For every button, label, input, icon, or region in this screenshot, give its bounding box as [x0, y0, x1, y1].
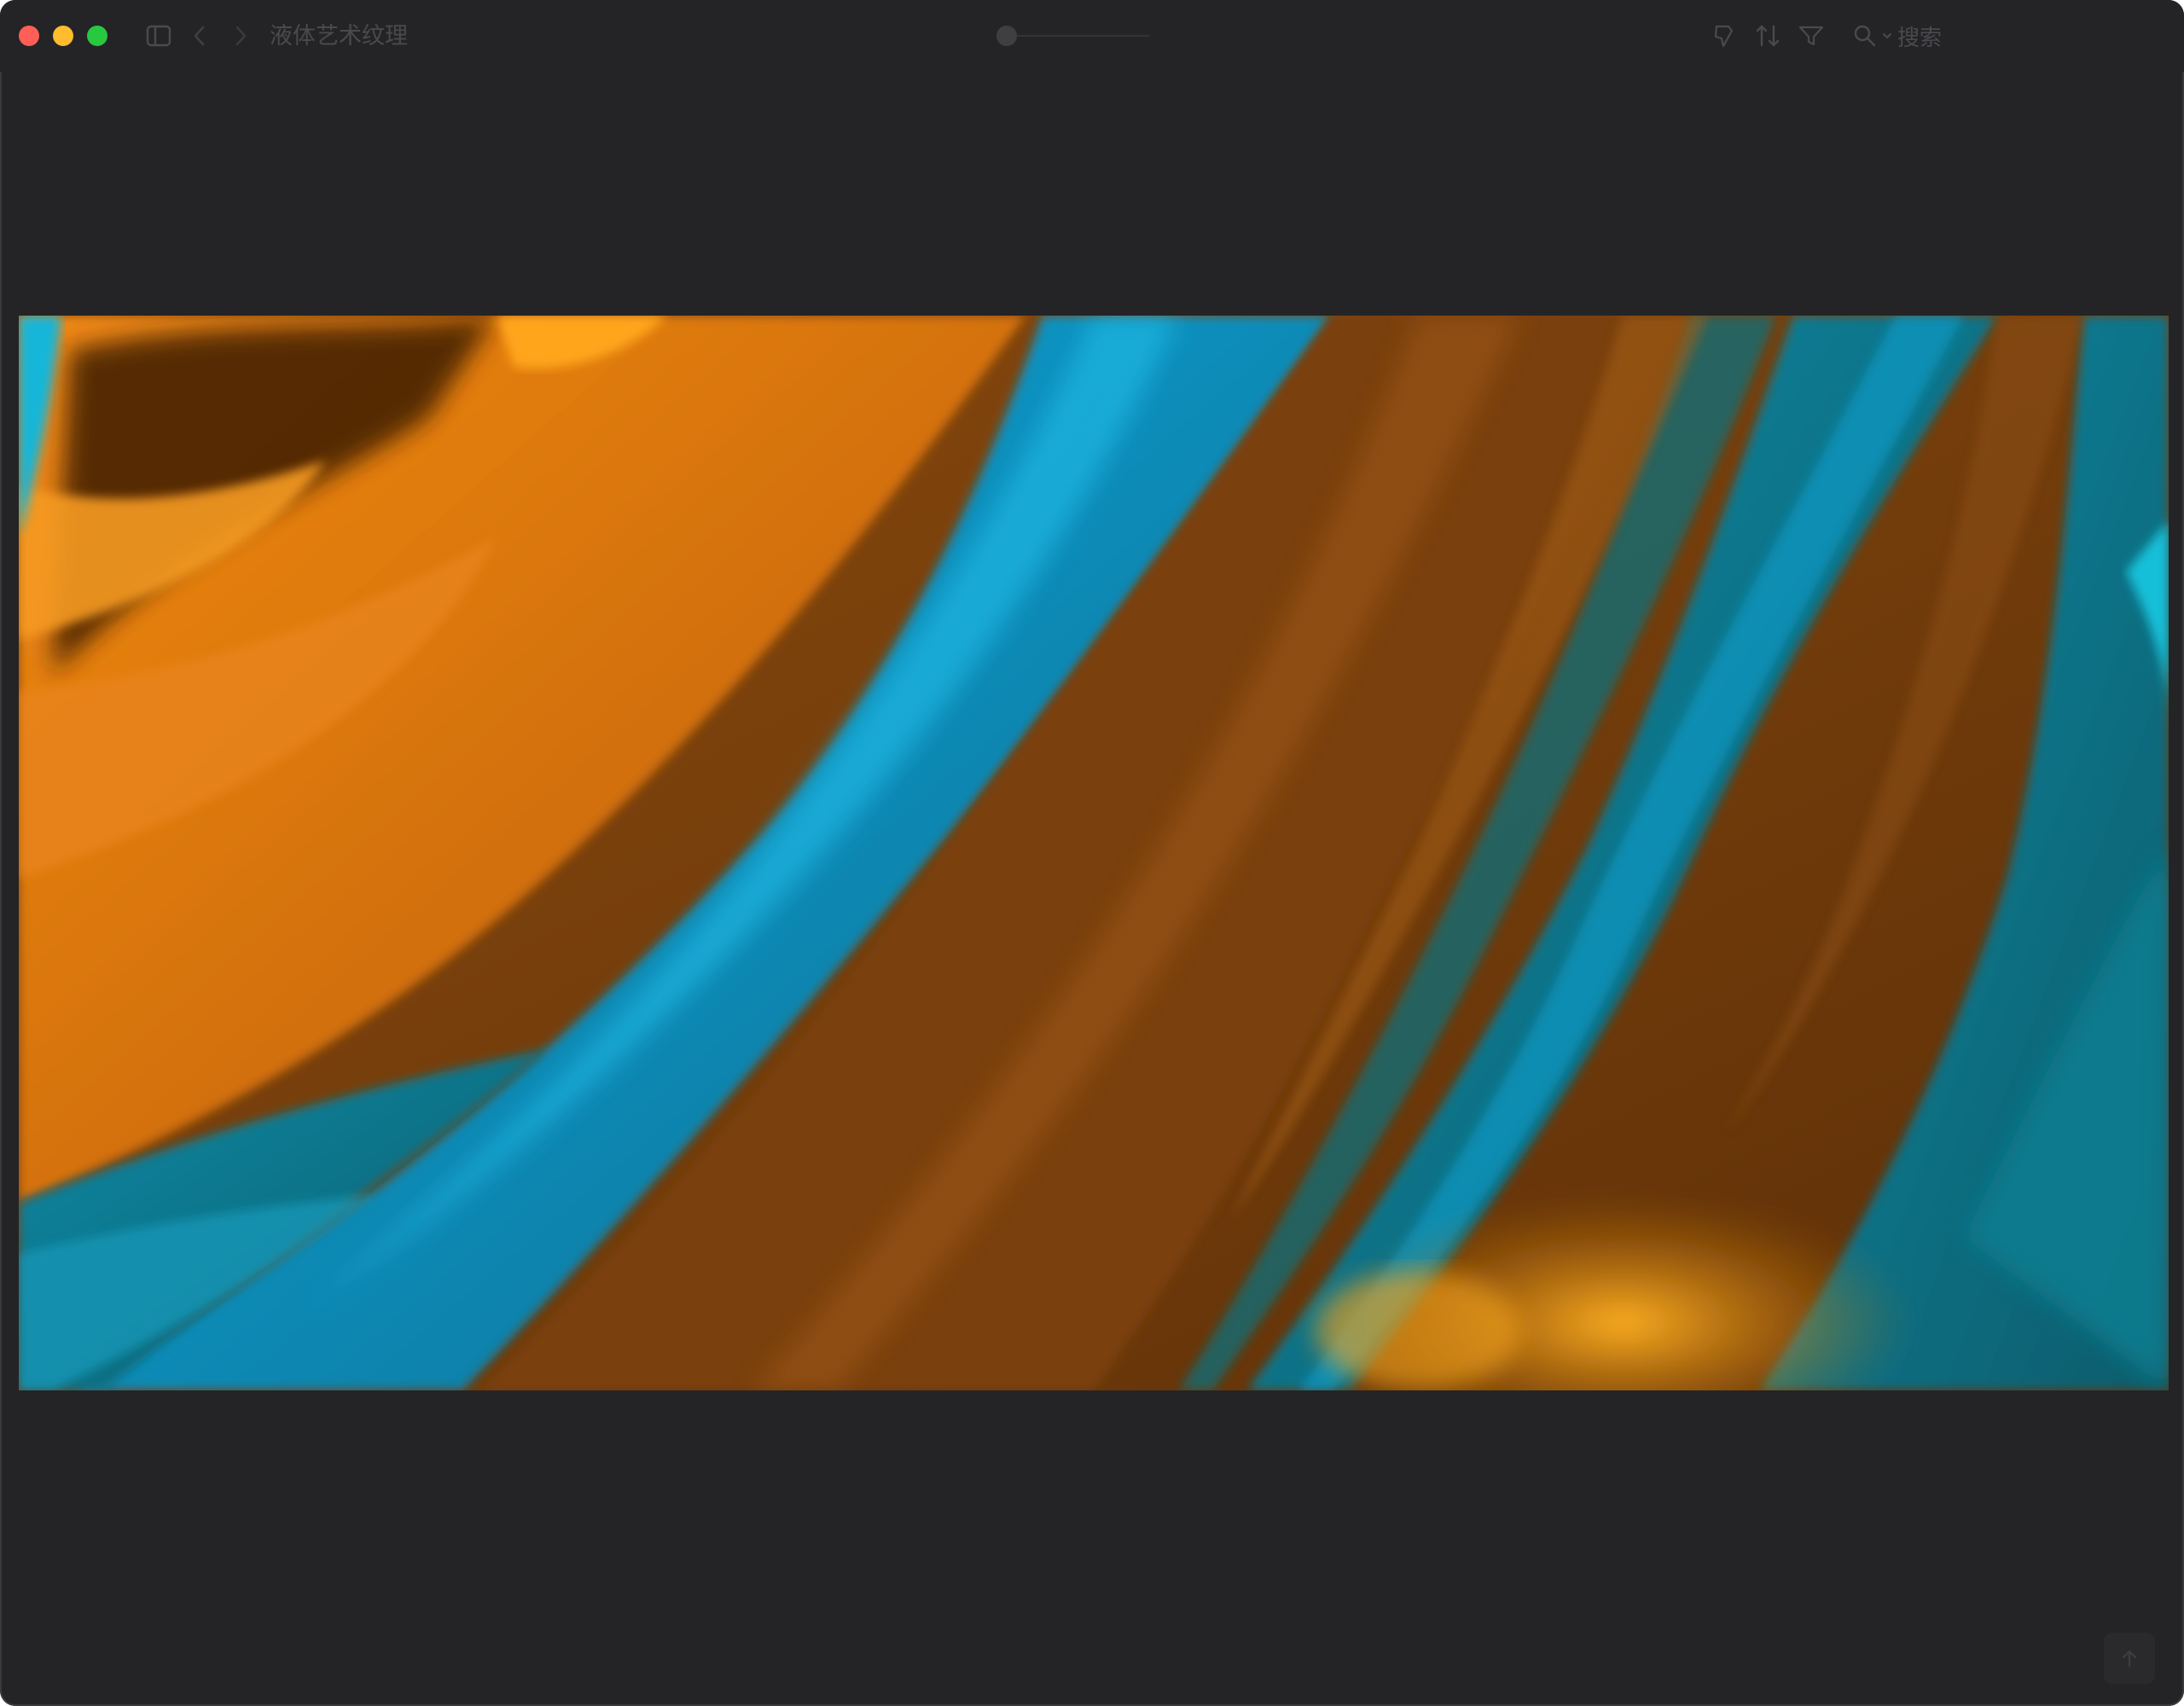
search-placeholder: 搜索 — [1897, 24, 1943, 50]
chevron-right-icon[interactable] — [230, 22, 251, 49]
sidebar-icon[interactable] — [145, 22, 172, 49]
zoom-slider[interactable] — [996, 24, 1150, 48]
sort-icon[interactable] — [1754, 22, 1783, 49]
viewer-window: 液体艺术纹理 搜索 — [0, 0, 2184, 1706]
title-bar: 液体艺术纹理 搜索 — [0, 0, 2184, 72]
chevron-down-icon — [1883, 33, 1891, 38]
slider-knob[interactable] — [996, 26, 1017, 46]
maximize-button[interactable] — [87, 26, 107, 46]
chevron-left-icon[interactable] — [189, 22, 210, 49]
slider-track — [1008, 35, 1150, 37]
filter-icon[interactable] — [1797, 22, 1826, 49]
search-icon — [1854, 25, 1876, 47]
arrow-up-icon — [2122, 1650, 2137, 1668]
fluid-art-picture — [19, 316, 2169, 1390]
search-field[interactable]: 搜索 — [1853, 20, 1942, 51]
close-button[interactable] — [19, 26, 39, 46]
window-title: 液体艺术纹理 — [270, 23, 408, 49]
minimize-button[interactable] — [53, 26, 73, 46]
tag-icon[interactable] — [1710, 22, 1737, 49]
fluid-art-image — [19, 316, 2169, 1390]
scroll-to-top-button[interactable] — [2104, 1633, 2155, 1684]
